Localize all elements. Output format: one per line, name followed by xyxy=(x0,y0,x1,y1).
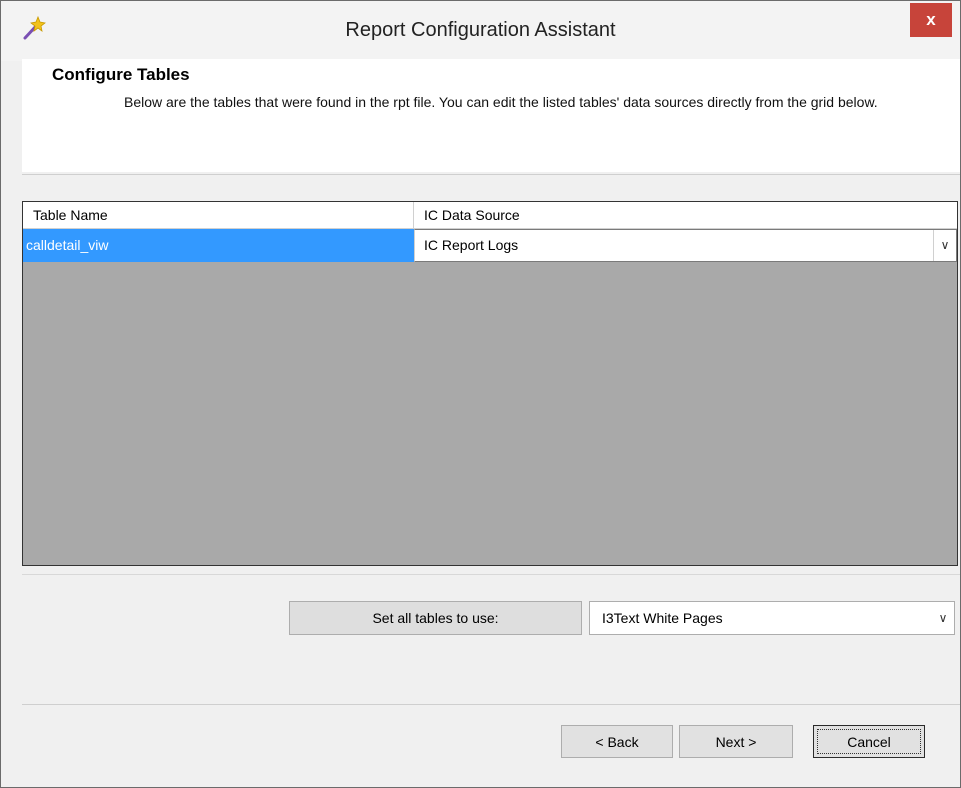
grid-header: Table Name IC Data Source xyxy=(23,202,957,229)
focus-rectangle xyxy=(817,729,921,754)
column-header-table-name[interactable]: Table Name xyxy=(23,202,414,228)
grid-divider xyxy=(22,574,960,575)
window-title: Report Configuration Assistant xyxy=(345,19,616,41)
chevron-down-icon[interactable]: ∨ xyxy=(933,230,956,261)
header-panel: Configure Tables Below are the tables th… xyxy=(22,59,960,172)
next-button[interactable]: Next > xyxy=(679,725,793,758)
data-source-value: IC Report Logs xyxy=(424,237,519,253)
header-divider xyxy=(22,174,960,175)
title-bar[interactable]: Report Configuration Assistant x xyxy=(1,1,960,61)
set-all-tables-button[interactable]: Set all tables to use: xyxy=(289,601,582,635)
page-description: Below are the tables that were found in … xyxy=(124,94,878,110)
page-title: Configure Tables xyxy=(52,65,190,84)
set-all-data-source-select[interactable]: I3Text White Pages ∨ xyxy=(589,601,955,635)
table-name-cell[interactable]: calldetail_viw xyxy=(23,229,414,262)
table-row[interactable]: calldetail_viw IC Report Logs ∨ xyxy=(23,229,957,262)
cancel-button[interactable]: Cancel xyxy=(813,725,925,758)
set-all-selected-value: I3Text White Pages xyxy=(602,610,723,626)
dialog-window: Report Configuration Assistant x Configu… xyxy=(0,0,961,788)
close-button[interactable]: x xyxy=(910,3,952,37)
tables-grid: Table Name IC Data Source calldetail_viw… xyxy=(22,201,958,566)
close-icon: x xyxy=(926,10,936,29)
data-source-dropdown[interactable]: IC Report Logs ∨ xyxy=(414,229,957,262)
chevron-down-icon[interactable]: ∨ xyxy=(932,602,954,634)
footer-divider xyxy=(22,704,960,705)
column-header-data-source[interactable]: IC Data Source xyxy=(414,202,957,228)
back-button[interactable]: < Back xyxy=(561,725,673,758)
